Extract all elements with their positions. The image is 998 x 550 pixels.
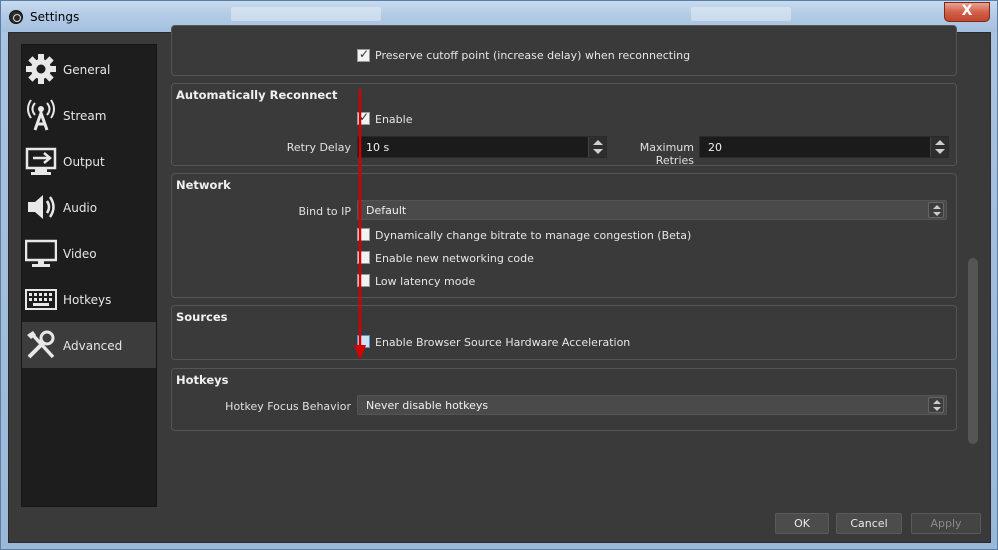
decrement-icon	[935, 149, 945, 154]
sidebar-item-label: Stream	[63, 109, 107, 123]
monitor-icon	[25, 239, 57, 267]
retry-delay-stepper[interactable]	[588, 137, 606, 157]
window-title: Settings	[30, 10, 80, 24]
retry-delay-label: Retry Delay	[286, 141, 351, 154]
sidebar-item-label: Video	[63, 247, 97, 261]
preserve-cutoff-checkbox[interactable]	[357, 47, 370, 62]
decrement-icon	[593, 149, 603, 154]
sidebar-item-general[interactable]: General	[22, 46, 156, 92]
broadcast-icon	[27, 99, 55, 131]
sidebar-item-video[interactable]: Video	[22, 230, 156, 276]
settings-client-area: General Stream Output Audio Video Hotkey…	[8, 25, 991, 543]
max-retries-stepper[interactable]	[930, 137, 948, 157]
sidebar-item-output[interactable]: Output	[22, 138, 156, 184]
tools-icon	[27, 330, 55, 359]
background-window-hint	[691, 7, 791, 21]
output-icon	[25, 147, 57, 175]
sidebar-item-label: Hotkeys	[63, 293, 112, 307]
new-networking-label: Enable new networking code	[375, 252, 534, 265]
sidebar-item-stream[interactable]: Stream	[22, 92, 156, 138]
hotkey-focus-label: Hotkey Focus Behavior	[225, 400, 351, 413]
gear-icon	[26, 54, 56, 84]
bind-ip-label: Bind to IP	[298, 205, 351, 218]
preserve-cutoff-label: Preserve cutoff point (increase delay) w…	[375, 49, 691, 62]
auto-reconnect-group: Automatically Reconnect Enable Retry Del…	[171, 83, 957, 167]
bind-ip-value: Default	[366, 204, 407, 217]
retry-delay-value: 10 s	[366, 141, 390, 154]
max-retries-value: 20	[708, 141, 722, 154]
apply-button[interactable]: Apply	[911, 513, 981, 534]
increment-icon	[935, 140, 945, 145]
hotkeys-group: Hotkeys Hotkey Focus Behavior Never disa…	[171, 368, 957, 431]
increment-icon	[593, 140, 603, 145]
network-group: Network Bind to IP Default Dynamically c…	[171, 173, 957, 298]
content-scrollbar[interactable]	[967, 44, 979, 474]
sidebar-item-advanced[interactable]: Advanced	[22, 322, 156, 368]
low-latency-label: Low latency mode	[375, 275, 476, 288]
settings-sidebar: General Stream Output Audio Video Hotkey…	[21, 44, 157, 507]
max-retries-spinbox[interactable]: 20	[699, 136, 949, 158]
obs-logo-icon	[9, 10, 23, 24]
hotkey-focus-value: Never disable hotkeys	[366, 399, 489, 412]
hotkeys-title: Hotkeys	[176, 373, 229, 387]
reconnect-enable-label: Enable	[375, 113, 413, 126]
sidebar-item-label: Advanced	[63, 339, 123, 353]
auto-reconnect-title: Automatically Reconnect	[176, 88, 338, 102]
ok-button[interactable]: OK	[775, 513, 829, 534]
scrollbar-thumb[interactable]	[968, 258, 978, 444]
stream-delay-group: Preserve cutoff point (increase delay) w…	[171, 25, 957, 76]
bind-ip-select[interactable]: Default	[357, 200, 947, 220]
close-button[interactable]: X	[944, 2, 990, 22]
browser-hw-accel-label: Enable Browser Source Hardware Accelerat…	[375, 336, 631, 349]
dropdown-chevron-icon	[928, 202, 944, 218]
sidebar-item-audio[interactable]: Audio	[22, 184, 156, 230]
dynamic-bitrate-label: Dynamically change bitrate to manage con…	[375, 229, 692, 242]
sidebar-item-label: Output	[63, 155, 105, 169]
speaker-icon	[28, 195, 55, 219]
sources-title: Sources	[176, 310, 228, 324]
window-frame: General Stream Output Audio Video Hotkey…	[0, 25, 998, 550]
max-retries-label: Maximum Retries	[639, 141, 694, 167]
sidebar-item-label: Audio	[63, 201, 98, 215]
background-window-hint	[231, 7, 381, 21]
network-title: Network	[176, 178, 231, 192]
cancel-button[interactable]: Cancel	[836, 513, 902, 534]
sources-group: Sources Enable Browser Source Hardware A…	[171, 305, 957, 360]
sidebar-item-hotkeys[interactable]: Hotkeys	[22, 276, 156, 322]
retry-delay-spinbox[interactable]: 10 s	[357, 136, 607, 158]
dropdown-chevron-icon	[928, 397, 944, 413]
keyboard-icon	[25, 289, 57, 310]
annotation-arrow	[354, 89, 366, 360]
sidebar-item-label: General	[63, 63, 111, 77]
hotkey-focus-select[interactable]: Never disable hotkeys	[357, 395, 947, 415]
